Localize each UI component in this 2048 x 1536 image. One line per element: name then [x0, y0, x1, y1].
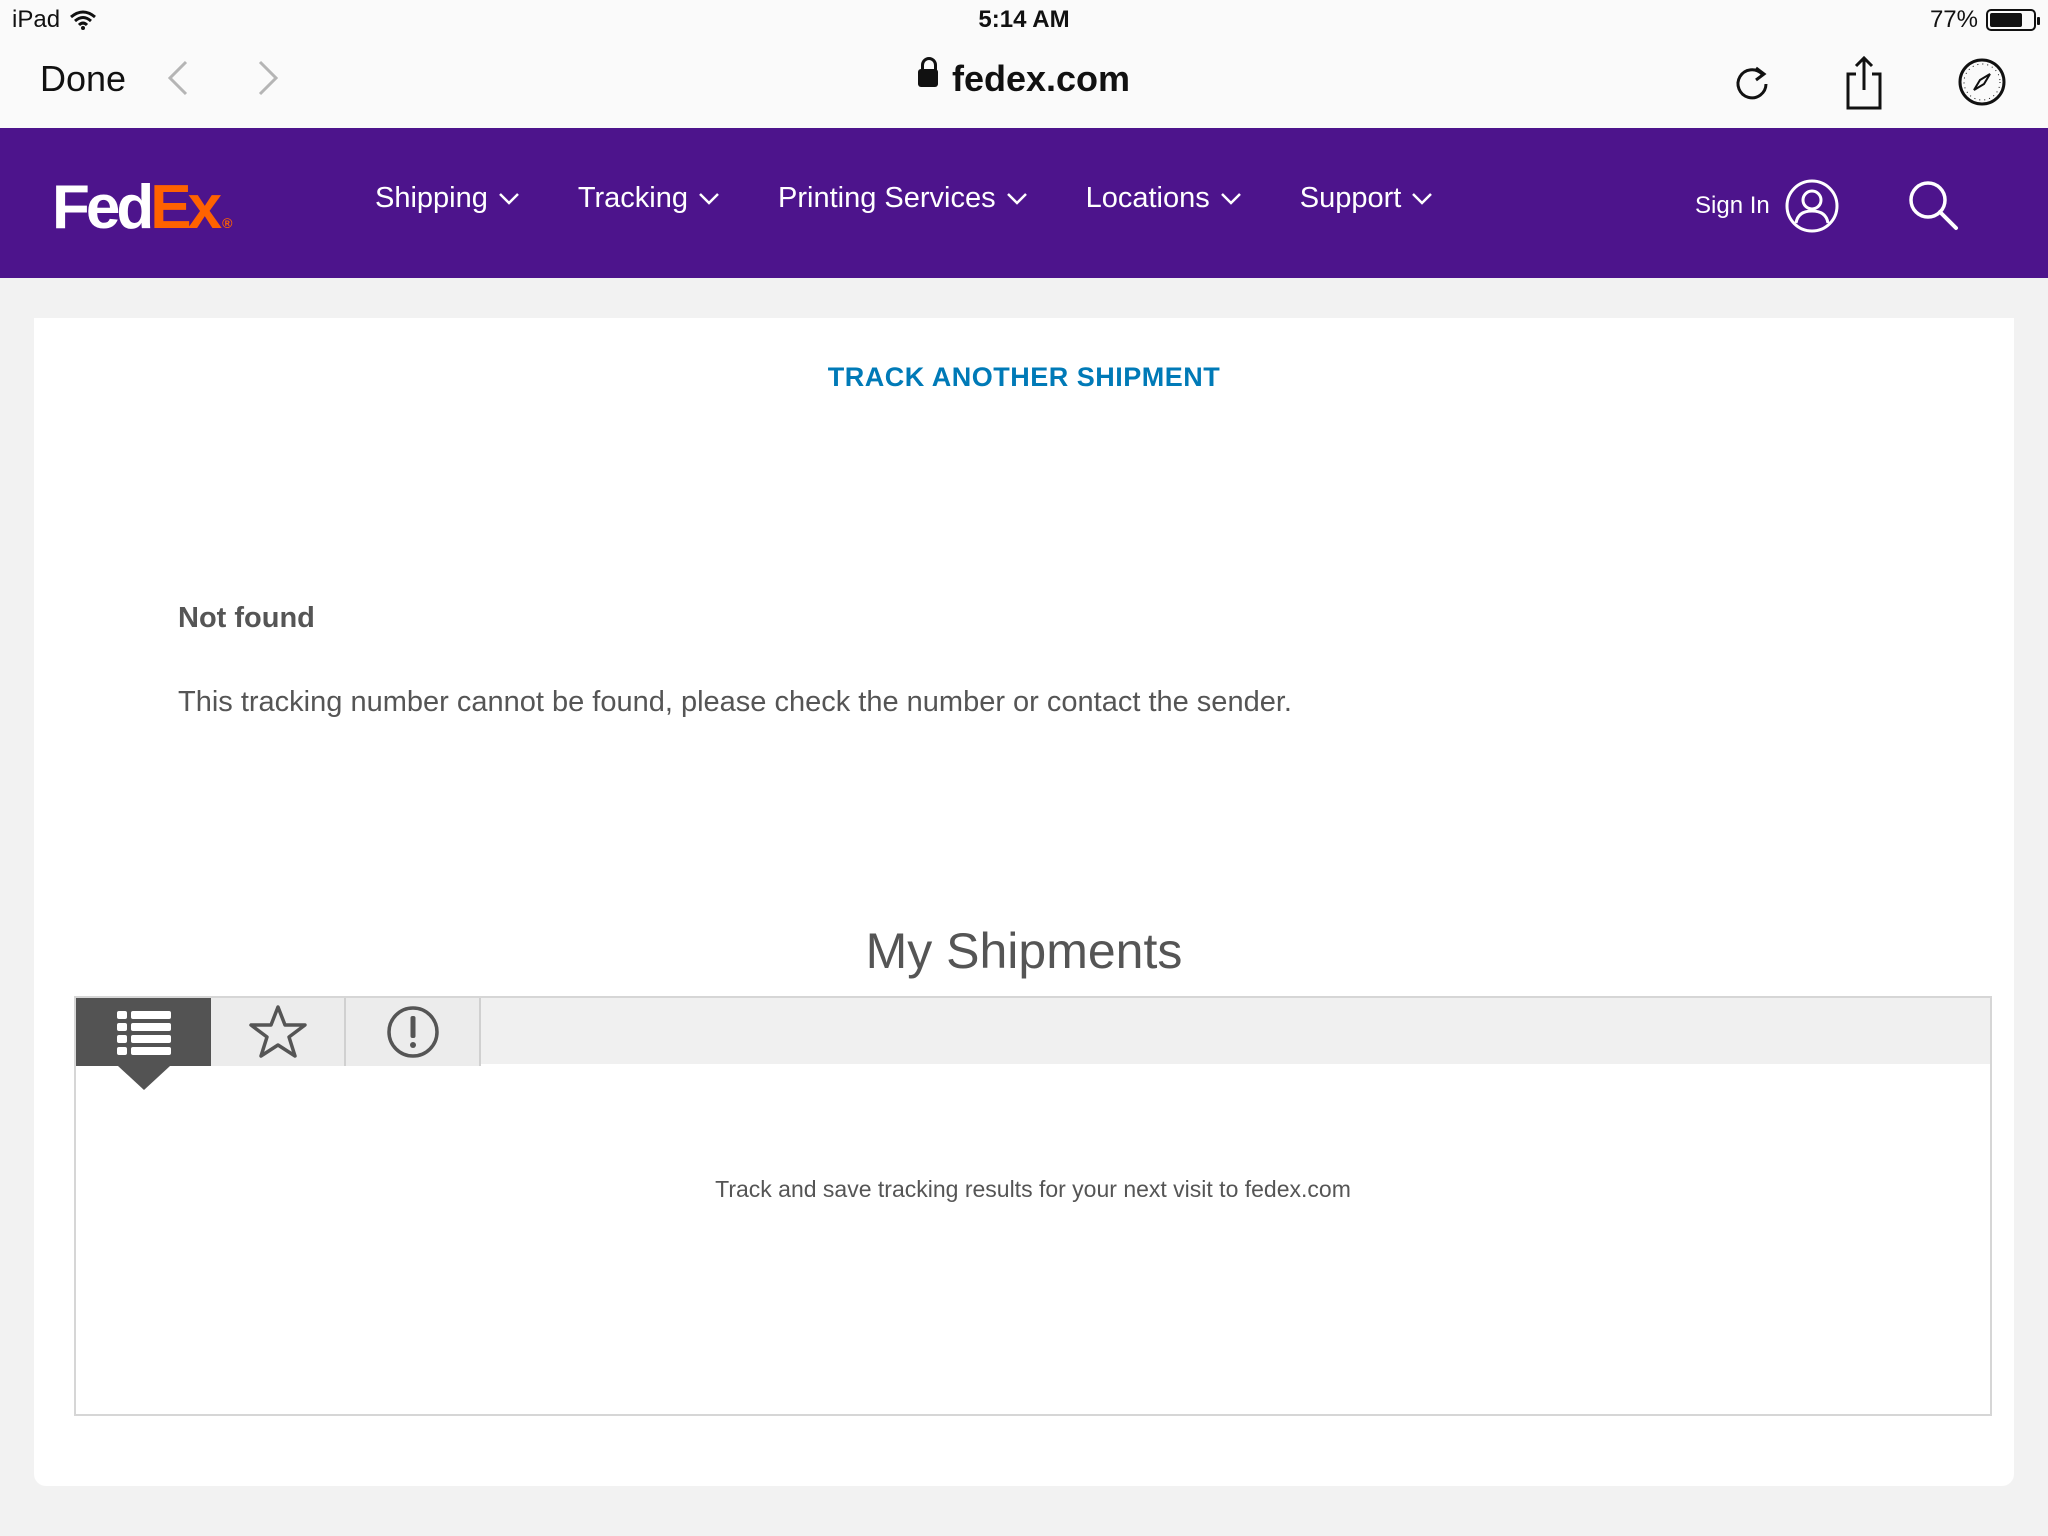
tab-all-shipments[interactable]	[76, 998, 211, 1090]
nav-label: Shipping	[375, 182, 488, 214]
sign-in-button[interactable]: Sign In	[1695, 178, 1840, 234]
status-right: 77%	[1929, 6, 2040, 34]
shipments-tab-strip	[76, 998, 1990, 1090]
my-shipments-panel: Track and save tracking results for your…	[74, 996, 1992, 1416]
reload-icon[interactable]	[1724, 54, 1780, 110]
chevron-down-icon	[1006, 192, 1027, 205]
my-shipments-title: My Shipments	[865, 923, 1183, 979]
error-message: This tracking number cannot be found, pl…	[178, 686, 1292, 718]
user-icon	[1785, 179, 1839, 233]
share-icon[interactable]	[1836, 54, 1892, 110]
alert-icon	[386, 1006, 439, 1058]
tab-exceptions[interactable]	[346, 998, 481, 1066]
nav-label: Support	[1299, 182, 1402, 214]
nav-locations[interactable]: Locations	[1086, 182, 1242, 215]
list-icon	[116, 1011, 171, 1055]
url-text: fedex.com	[951, 58, 1131, 99]
error-title: Not found	[178, 602, 315, 634]
battery-percent: 77%	[1929, 6, 1978, 33]
status-time: 5:14 AM	[978, 6, 1070, 33]
empty-shipments-message: Track and save tracking results for your…	[715, 1176, 1351, 1202]
battery-icon	[1986, 9, 2040, 31]
nav-label: Printing Services	[778, 182, 996, 214]
chevron-down-icon	[498, 192, 519, 205]
fedex-logo[interactable]: FedEx ®	[52, 172, 232, 243]
site-header: FedEx ® Shipping Tracking Printing Servic…	[0, 128, 2048, 278]
compass-icon[interactable]	[1954, 54, 2010, 110]
lock-icon	[917, 57, 938, 88]
nav-tracking[interactable]: Tracking	[578, 182, 720, 215]
sign-in-label: Sign In	[1695, 192, 1770, 219]
chevron-down-icon	[1220, 192, 1241, 205]
nav-label: Locations	[1085, 182, 1210, 214]
nav-shipping[interactable]: Shipping	[375, 182, 520, 215]
search-icon[interactable]	[1906, 178, 1962, 239]
star-icon	[248, 1005, 307, 1058]
browser-toolbar: Done fedex.com	[0, 40, 2048, 128]
battery-fill	[1990, 13, 2023, 27]
tracking-results-card: TRACK ANOTHER SHIPMENT Not found This tr…	[34, 318, 2014, 1486]
chevron-down-icon	[699, 192, 719, 205]
nav-support[interactable]: Support	[1300, 182, 1434, 215]
nav-printing-services[interactable]: Printing Services	[778, 182, 1028, 215]
tab-watchlist[interactable]	[211, 998, 346, 1066]
track-another-shipment-link[interactable]: TRACK ANOTHER SHIPMENT	[34, 362, 2014, 393]
nav-label: Tracking	[577, 182, 688, 214]
chevron-down-icon	[1412, 192, 1433, 205]
status-bar: iPad 5:14 AM 77%	[0, 0, 2048, 40]
main-nav: Shipping Tracking Printing Services Loca…	[375, 182, 1491, 215]
